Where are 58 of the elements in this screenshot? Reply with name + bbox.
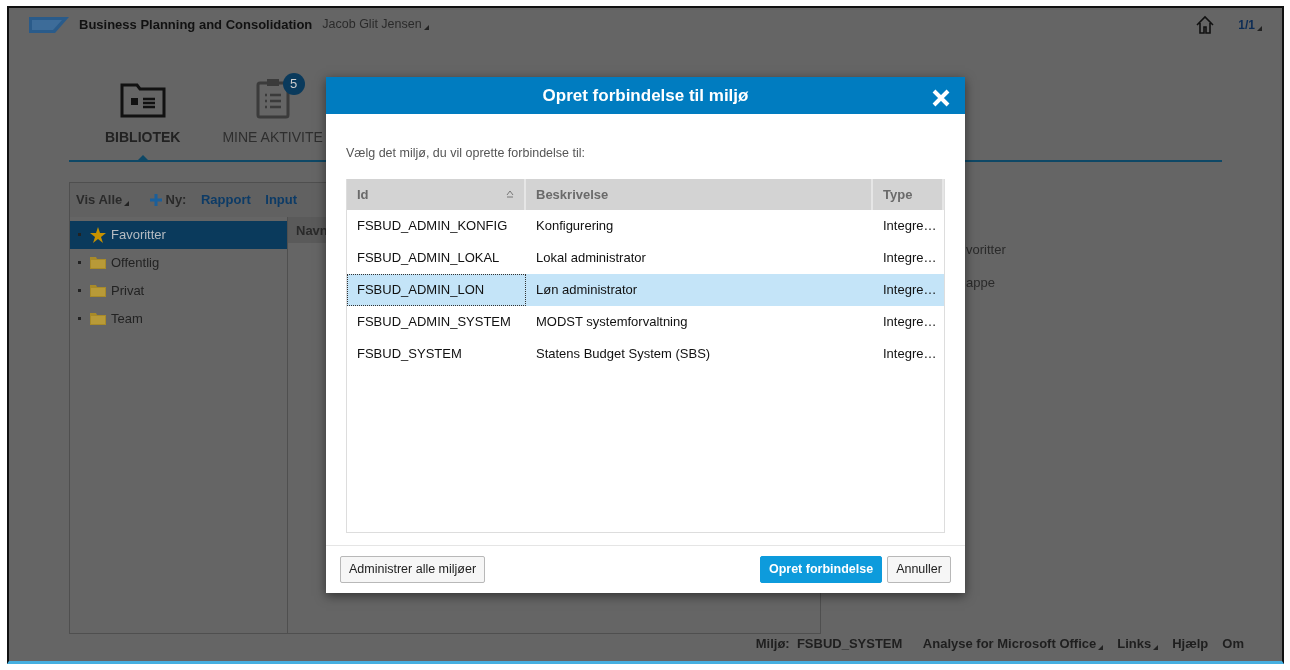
page-selector[interactable]: 1/1 [1238, 15, 1262, 34]
table-cell-text: Integre… [882, 249, 938, 267]
table-cell-text: FSBUD_ADMIN_LOKAL [356, 249, 501, 267]
table-row[interactable]: FSBUD_ADMIN_LOKAL Lokal administrator Integre… [347, 241, 944, 274]
column-header[interactable]: Id [347, 178, 526, 210]
sort-icon [506, 190, 514, 199]
table-cell-text: FSBUD_ADMIN_SYSTEM [356, 313, 512, 331]
column-header[interactable]: Beskrivelse [526, 178, 873, 210]
table-cell-text: Integre… [882, 281, 938, 299]
new-label: Ny: [165, 190, 187, 209]
home-icon [1195, 14, 1216, 35]
table-cell-text: MODST systemforvaltning [535, 313, 689, 331]
footer-link[interactable]: Hjælp [1172, 633, 1209, 653]
plus-icon [150, 193, 163, 206]
column-header[interactable]: Type [873, 178, 944, 210]
table-cell-text: Integre… [882, 345, 938, 363]
count-badge: 5 [282, 72, 305, 95]
table-cell-text: Statens Budget System (SBS) [535, 345, 712, 363]
table-row[interactable]: FSBUD_ADMIN_KONFIG Konfigurering Integre… [347, 209, 944, 242]
table-cell-text: FSBUD_SYSTEM [356, 345, 463, 363]
footer-link[interactable]: Analyse for Microsoft Office [922, 633, 1104, 653]
footer-link[interactable]: Links [1117, 633, 1159, 653]
user-menu[interactable]: Jacob Glit Jensen [322, 15, 429, 35]
manage-button[interactable]: Administrer alle miljøer [340, 556, 486, 583]
environment-label: Miljø: FSBUD_SYSTEM [755, 634, 903, 653]
table-row[interactable]: FSBUD_SYSTEM Statens Budget System (SBS) Integre… [347, 337, 944, 370]
clipboard-icon [254, 76, 291, 119]
table-row[interactable]: FSBUD_ADMIN_LON Løn administrator Integre… [347, 273, 944, 306]
side-text: appe [966, 274, 996, 292]
toolbar-link[interactable]: Rapport [200, 189, 251, 210]
app-title: Business Planning and Consolidation [79, 15, 313, 34]
instruction-text: Vælg det miljø, du vil oprette forbindelse til: [346, 145, 586, 162]
close-icon [931, 87, 951, 108]
table-cell-text: Konfigurering [535, 217, 615, 235]
table-cell-text: FSBUD_ADMIN_KONFIG [356, 217, 509, 235]
table-row[interactable]: FSBUD_ADMIN_SYSTEM MODST systemforvaltning Integre… [347, 305, 944, 338]
table-cell-text: Integre… [882, 217, 938, 235]
star-icon [90, 226, 106, 243]
dialog-title: Opret forbindelse til miljø [542, 84, 749, 107]
logo [29, 16, 69, 33]
folder-icon [90, 284, 106, 297]
tree-item[interactable]: Offentlig [70, 248, 287, 277]
table-cell: FSBUD_ADMIN_LON [347, 273, 526, 306]
tab[interactable]: BIBLIOTEK [99, 77, 187, 160]
cancel-button[interactable]: Annuller [887, 556, 951, 583]
table-cell-text: Løn administrator [535, 281, 639, 299]
folder-icon [90, 256, 106, 269]
tree-item[interactable]: Privat [70, 276, 287, 305]
toolbar-link[interactable]: Input [265, 189, 298, 210]
folder-icon [90, 312, 106, 325]
side-text: voritter [966, 240, 1006, 259]
tree-item[interactable]: Favoritter [70, 220, 287, 249]
tree-item[interactable]: Team [70, 304, 287, 333]
table-cell-text: Lokal administrator [535, 249, 647, 267]
new-menu[interactable]: Ny: [150, 189, 187, 210]
connect-button[interactable]: Opret forbindelse [759, 556, 883, 583]
footer-link[interactable]: Om [1222, 633, 1244, 653]
table-cell-text: Integre… [882, 313, 938, 331]
